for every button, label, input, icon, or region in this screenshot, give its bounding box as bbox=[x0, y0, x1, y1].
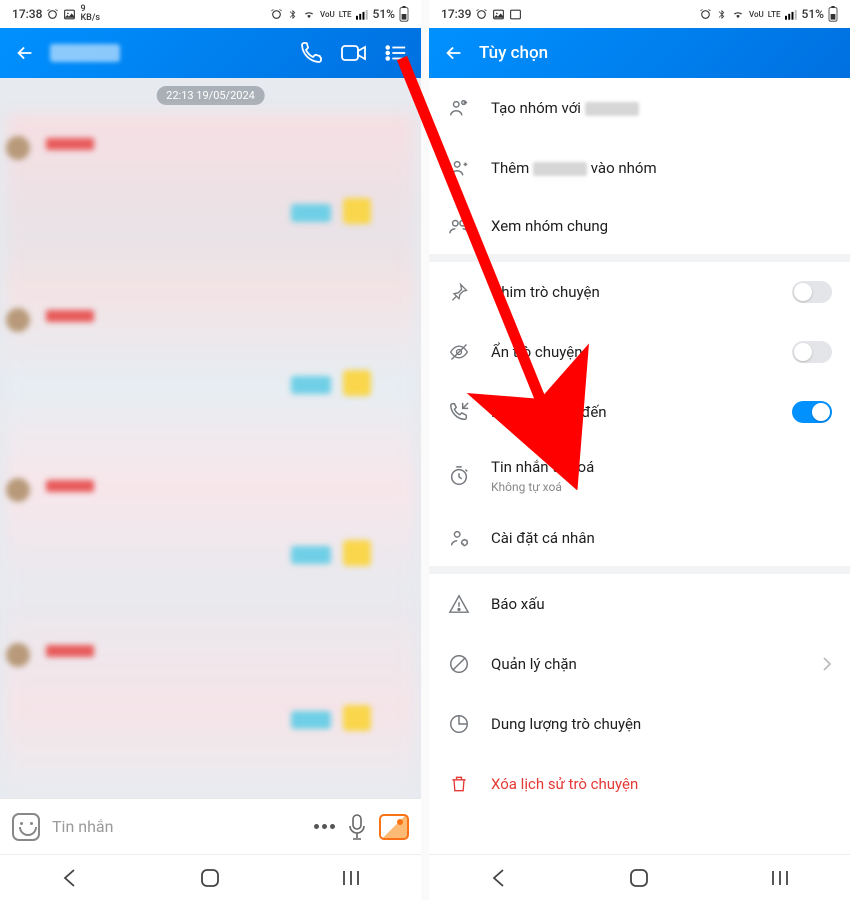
warning-icon bbox=[447, 592, 471, 616]
message-input-bar: Tin nhắn bbox=[0, 798, 421, 854]
recents-nav-icon[interactable] bbox=[770, 869, 790, 887]
back-arrow-icon[interactable] bbox=[14, 42, 36, 64]
alarm-icon bbox=[270, 8, 283, 21]
chevron-right-icon bbox=[822, 656, 832, 672]
home-nav-icon[interactable] bbox=[200, 868, 220, 888]
back-nav-icon[interactable] bbox=[490, 868, 508, 888]
status-bar: 17:38 9KB/s VoU LTE 51% bbox=[0, 0, 421, 28]
more-icon[interactable] bbox=[314, 824, 335, 829]
header-title: Tùy chọn bbox=[479, 43, 548, 63]
status-bar: 17:39 VoU LTE 51% bbox=[429, 0, 850, 28]
wifi-icon bbox=[731, 9, 745, 20]
option-label: Tạo nhóm với bbox=[491, 99, 832, 117]
block-manage-row[interactable]: Quản lý chặn bbox=[429, 634, 850, 694]
option-label: Cài đặt cá nhân bbox=[491, 529, 832, 547]
alarm-icon bbox=[475, 8, 488, 21]
clock-text: 17:39 bbox=[441, 7, 471, 21]
clock-text: 17:38 bbox=[12, 7, 42, 21]
create-group-row[interactable]: Tạo nhóm với bbox=[429, 78, 850, 138]
options-header: Tùy chọn bbox=[429, 28, 850, 78]
timer-icon bbox=[447, 464, 471, 488]
options-list[interactable]: Tạo nhóm với Thêm vào nhóm Xem nhóm chun… bbox=[429, 78, 850, 854]
incoming-call-row[interactable]: Báo cuộc gọi đến bbox=[429, 382, 850, 442]
home-nav-icon[interactable] bbox=[629, 868, 649, 888]
wifi-icon bbox=[302, 9, 316, 20]
group-add-icon bbox=[447, 96, 471, 120]
option-label: Tin nhắn tự xoá Không tự xoá bbox=[491, 458, 832, 494]
trash-icon bbox=[447, 772, 471, 796]
option-label: Quản lý chặn bbox=[491, 655, 802, 673]
option-label: Báo cuộc gọi đến bbox=[491, 403, 772, 421]
report-row[interactable]: Báo xấu bbox=[429, 574, 850, 634]
group-icon bbox=[447, 214, 471, 238]
common-groups-row[interactable]: Xem nhóm chung bbox=[429, 198, 850, 262]
message-input[interactable]: Tin nhắn bbox=[52, 817, 302, 836]
image-icon bbox=[492, 8, 505, 21]
auto-delete-row[interactable]: Tin nhắn tự xoá Không tự xoá bbox=[429, 442, 850, 510]
video-icon[interactable] bbox=[341, 42, 367, 64]
hide-toggle[interactable] bbox=[792, 341, 832, 363]
hide-chat-row[interactable]: Ẩn trò chuyện bbox=[429, 322, 850, 382]
contact-name[interactable] bbox=[50, 44, 120, 62]
call-in-icon bbox=[447, 400, 471, 424]
chat-header bbox=[0, 28, 421, 78]
block-icon bbox=[447, 652, 471, 676]
option-label: Xóa lịch sử trò chuyện bbox=[491, 775, 832, 793]
recents-nav-icon[interactable] bbox=[341, 869, 361, 887]
date-stamp: 22:13 19/05/2024 bbox=[156, 86, 265, 105]
eye-off-icon bbox=[447, 340, 471, 364]
personal-settings-row[interactable]: Cài đặt cá nhân bbox=[429, 510, 850, 574]
storage-row[interactable]: Dung lượng trò chuyện bbox=[429, 694, 850, 754]
menu-list-icon[interactable] bbox=[385, 43, 407, 63]
battery-icon bbox=[828, 6, 838, 22]
sticker-icon[interactable] bbox=[12, 813, 40, 841]
option-label: Ẩn trò chuyện bbox=[491, 343, 772, 361]
person-add-icon bbox=[447, 156, 471, 180]
signal-icon bbox=[356, 9, 369, 20]
option-label: Dung lượng trò chuyện bbox=[491, 715, 832, 733]
battery-text: 51% bbox=[802, 7, 824, 21]
chat-body[interactable]: 22:13 19/05/2024 bbox=[0, 78, 421, 798]
option-label: Thêm vào nhóm bbox=[491, 159, 832, 177]
image-icon bbox=[63, 8, 76, 21]
pin-icon bbox=[447, 280, 471, 304]
delete-history-row[interactable]: Xóa lịch sử trò chuyện bbox=[429, 754, 850, 814]
back-arrow-icon[interactable] bbox=[443, 42, 465, 64]
add-to-group-row[interactable]: Thêm vào nhóm bbox=[429, 138, 850, 198]
bluetooth-icon bbox=[287, 8, 298, 21]
option-label: Ghim trò chuyện bbox=[491, 283, 772, 301]
option-label: Xem nhóm chung bbox=[491, 217, 832, 235]
back-nav-icon[interactable] bbox=[61, 868, 79, 888]
alarm-icon bbox=[699, 8, 712, 21]
battery-icon bbox=[399, 6, 409, 22]
person-gear-icon bbox=[447, 526, 471, 550]
option-label: Báo xấu bbox=[491, 595, 832, 613]
bluetooth-icon bbox=[716, 8, 727, 21]
android-nav-bar bbox=[429, 854, 850, 900]
pie-icon bbox=[447, 712, 471, 736]
call-toggle[interactable] bbox=[792, 401, 832, 423]
alarm-icon bbox=[46, 8, 59, 21]
pin-chat-row[interactable]: Ghim trò chuyện bbox=[429, 262, 850, 322]
battery-text: 51% bbox=[373, 7, 395, 21]
photo-icon[interactable] bbox=[379, 814, 409, 840]
pin-toggle[interactable] bbox=[792, 281, 832, 303]
phone-icon[interactable] bbox=[299, 41, 323, 65]
mic-icon[interactable] bbox=[347, 814, 367, 840]
image-icon bbox=[509, 8, 522, 21]
signal-icon bbox=[785, 9, 798, 20]
android-nav-bar bbox=[0, 854, 421, 900]
